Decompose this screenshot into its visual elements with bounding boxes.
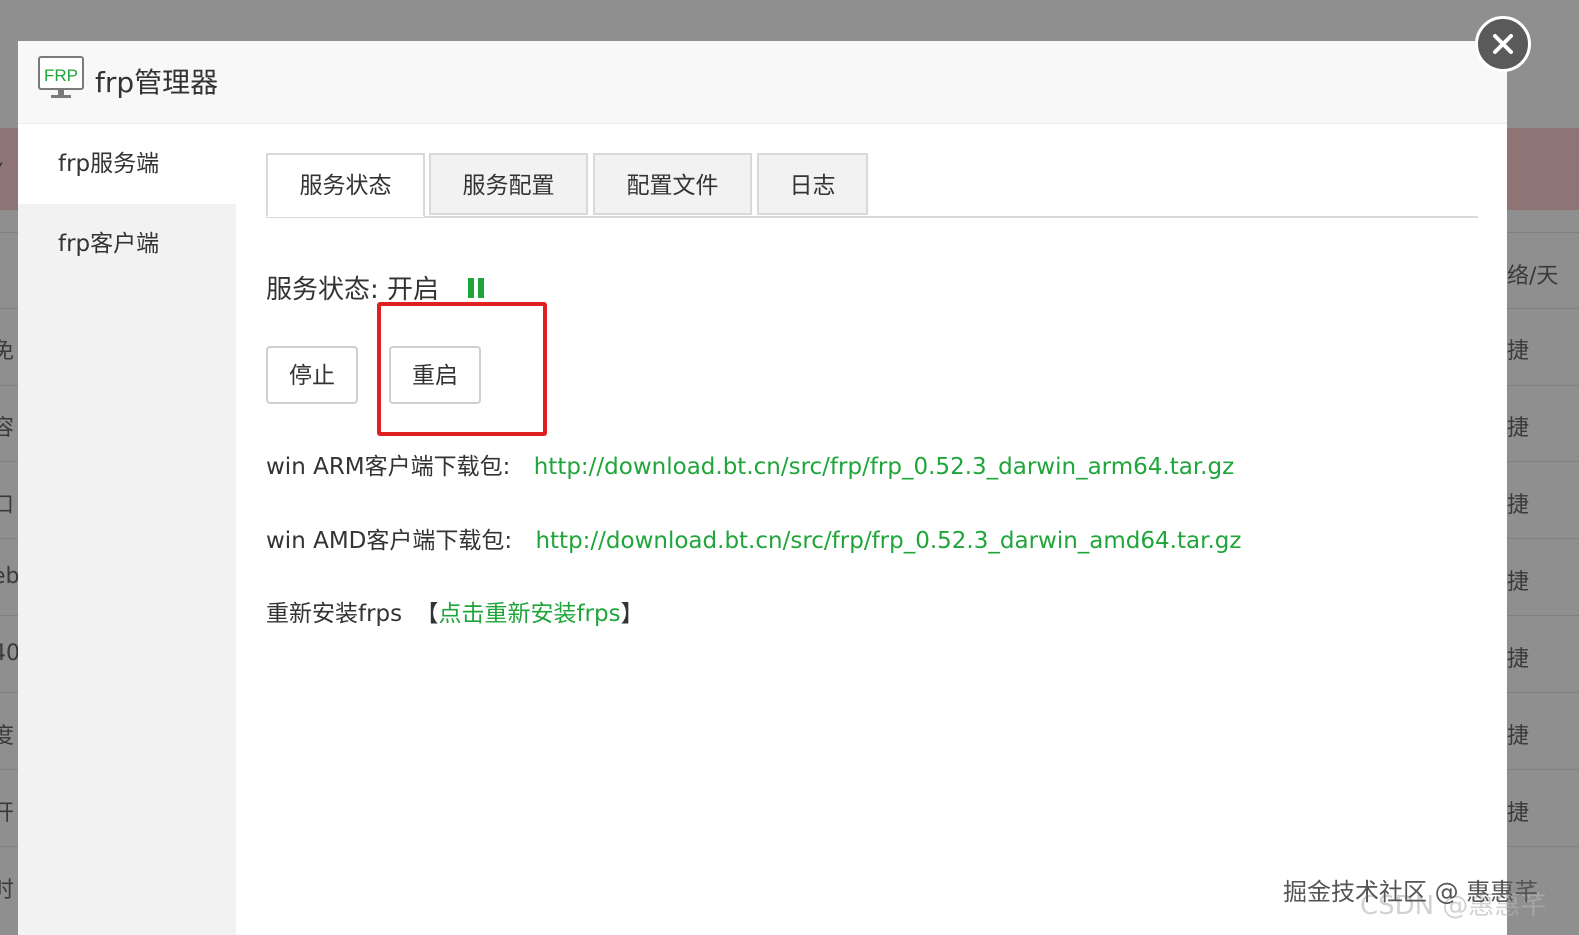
- background-cell: 捷: [1507, 724, 1530, 749]
- tab-log[interactable]: 日志: [757, 153, 868, 215]
- close-icon: [1493, 34, 1513, 54]
- sidebar-item-frp-server[interactable]: frp服务端: [18, 124, 236, 204]
- background-cell: 容: [0, 416, 15, 441]
- tab-service-config[interactable]: 服务配置: [429, 153, 588, 215]
- restart-highlight-box: [377, 302, 547, 436]
- bracket-open: 【: [415, 601, 439, 627]
- background-cell: 亻: [0, 162, 15, 187]
- background-cell: 时: [0, 878, 15, 903]
- tab-config-file[interactable]: 配置文件: [593, 153, 752, 215]
- tab-service-status[interactable]: 服务状态: [266, 153, 425, 217]
- tab-bar: 服务状态 服务配置 配置文件 日志: [266, 153, 1478, 218]
- download-arm-link[interactable]: http://download.bt.cn/src/frp/frp_0.52.3…: [534, 454, 1234, 480]
- background-cell: 开: [0, 801, 15, 826]
- svg-text:FRP: FRP: [44, 66, 78, 85]
- download-amd-link[interactable]: http://download.bt.cn/src/frp/frp_0.52.3…: [535, 528, 1241, 554]
- reinstall-row: 重新安装frps 【点击重新安装frps】: [266, 594, 644, 628]
- frp-manager-dialog: FRP frp管理器 frp服务端 frp客户端 服务状态 服务配置 配置文件 …: [18, 41, 1507, 935]
- sidebar-item-frp-client[interactable]: frp客户端: [18, 204, 236, 284]
- background-cell: 捷: [1507, 493, 1530, 518]
- juejin-watermark: 掘金技术社区 @ 惠惠芊: [1283, 878, 1539, 906]
- reinstall-link[interactable]: 点击重新安装frps: [438, 601, 620, 627]
- background-cell: 捷: [1507, 416, 1530, 441]
- dialog-title: frp管理器: [95, 66, 219, 99]
- background-cell: 捷: [1507, 339, 1530, 364]
- reinstall-label: 重新安装frps: [266, 601, 403, 627]
- close-dialog-button[interactable]: [1475, 16, 1531, 72]
- sidebar: frp服务端 frp客户端: [18, 124, 236, 935]
- running-icon: [468, 278, 484, 298]
- background-cell: 免: [0, 339, 15, 364]
- stop-button[interactable]: 停止: [266, 346, 358, 404]
- background-column-header: 络/天: [1507, 264, 1559, 289]
- service-status-text: 服务状态: 开启: [266, 275, 440, 305]
- background-cell: 40: [0, 641, 18, 666]
- background-cell: 捷: [1507, 801, 1530, 826]
- background-cell: 捷: [1507, 570, 1530, 595]
- download-amd-label: win AMD客户端下载包:: [266, 528, 513, 554]
- background-cell: 口: [0, 493, 15, 518]
- dialog-header: FRP frp管理器: [18, 41, 1507, 124]
- frp-logo-icon: FRP: [38, 56, 84, 102]
- background-cell: 度: [0, 724, 15, 749]
- bracket-close: 】: [620, 601, 644, 627]
- download-arm-label: win ARM客户端下载包:: [266, 454, 511, 480]
- background-cell: 捷: [1507, 647, 1530, 672]
- download-amd-row: win AMD客户端下载包: http://download.bt.cn/src…: [266, 521, 1241, 555]
- download-arm-row: win ARM客户端下载包: http://download.bt.cn/src…: [266, 447, 1234, 481]
- background-cell: eb: [0, 564, 18, 589]
